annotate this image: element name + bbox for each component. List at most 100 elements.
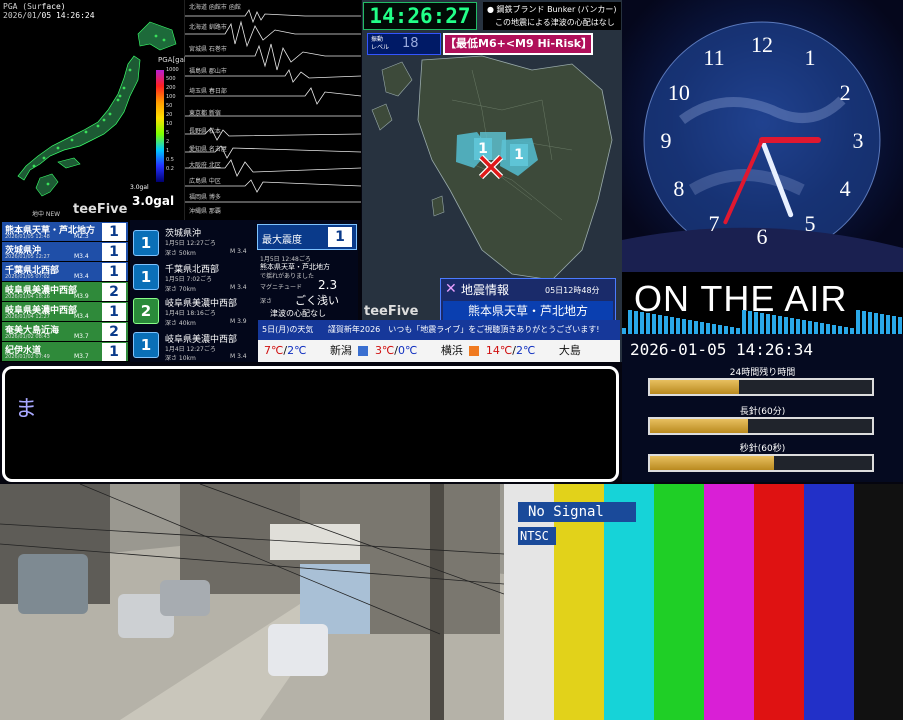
visualizer-bar [694, 321, 698, 334]
waveform-panel: 北海道 函館市 函館 北海道 釧路市 宮城県 石巻市 福島県 郡山市 埼玉県 春… [73, 0, 361, 220]
shindo-box: 1 [133, 332, 159, 358]
on-air-datetime: 2026-01-05 14:26:34 [630, 340, 814, 359]
detail-date: 1月5日 7:02ごろ [165, 276, 213, 283]
visualizer-bar [838, 326, 842, 334]
shindo-mark: 1 [510, 144, 528, 166]
clock-numeral: 4 [840, 176, 851, 201]
color-bar [854, 484, 903, 720]
temp-hi: 3℃ [374, 344, 395, 357]
city: 大島 [558, 344, 581, 357]
detail-date: 1月4日 12:27ごろ [165, 346, 216, 353]
eq-magnitude: M3.7 [74, 333, 89, 340]
bar-fill [650, 380, 739, 394]
pga-mini-label: 地中 NEW [32, 211, 61, 218]
eq-shindo: 1 [102, 303, 126, 321]
station-label: 沖縄県 那覇 [189, 208, 221, 215]
station-label: 福島県 郡山市 [189, 68, 227, 75]
bar-label: 長針(60分) [739, 407, 786, 417]
clock-numeral: 5 [805, 211, 816, 236]
epicenter-x-icon [478, 154, 504, 180]
station-label: 東京都 新宿 [189, 110, 221, 117]
visualizer-bar [796, 319, 800, 334]
progress-bar [648, 417, 874, 435]
visualizer-bar [706, 323, 710, 334]
eq-magnitude: M3.9 [74, 293, 89, 300]
eq-date: 2026/01/04 18:16 [5, 294, 50, 300]
visualizer-bar [700, 322, 704, 334]
eq-list-row: 茨城県沖 2026/01/05 12:27 M3.4 1 [2, 242, 128, 262]
analog-clock: 121234567891011 [622, 21, 903, 272]
station-label: 愛知県 名古屋 [189, 146, 227, 153]
detail-date: 1月4日 18:16ごろ [165, 310, 216, 317]
visualizer-bar [646, 313, 650, 334]
clock-numeral: 11 [703, 45, 724, 70]
visualizer-bar [676, 318, 680, 334]
eq-date: 2026/01/04 12:27 [5, 314, 50, 320]
station-label: 福岡県 博多 [189, 194, 221, 201]
eq-date: 2026/01/05 12:48 [5, 234, 50, 240]
city: 横浜 [440, 344, 463, 357]
pga-color-scale [156, 70, 164, 182]
eq-shindo: 1 [102, 263, 126, 281]
clock-numeral: 10 [668, 80, 690, 105]
ticker-message: 謹賀新年2026 いつも「地震ライブ」をご視聴頂きありがとうございます! [327, 325, 600, 334]
clock-numeral: 12 [751, 32, 773, 57]
visualizer-bar [658, 315, 662, 334]
waveform-brand: teeFive [73, 202, 128, 217]
temp-lo: 2℃ [515, 344, 536, 357]
shindo-box: 1 [133, 264, 159, 290]
visualizer-bar [820, 323, 824, 334]
bar-fill [650, 419, 748, 433]
eq-magnitude: M3.4 [74, 253, 89, 260]
detail-depth: 深さ 50km [165, 250, 196, 257]
pga-scale-ticks: 1000 500 200 100 50 20 10 5 2 1 0.5 0.2 [166, 67, 179, 172]
max-shindo-label: 最大震度 [262, 235, 302, 246]
audio-visualizer [622, 310, 902, 334]
clock-numeral: 9 [661, 128, 672, 153]
clock-numeral: 8 [673, 176, 684, 201]
max-shindo-box: 最大震度 1 [257, 224, 357, 250]
visualizer-bar [724, 326, 728, 334]
visualizer-bar [832, 325, 836, 334]
depth-label: 深さ [260, 298, 273, 305]
color-bar [654, 484, 704, 720]
eq-magnitude: M3.7 [74, 353, 89, 360]
detail-depth: 深さ 40km [165, 320, 196, 327]
visualizer-bar [748, 311, 752, 334]
pga-max-small: 3.0gal [130, 184, 149, 191]
max-shindo-value: 1 [328, 227, 352, 247]
visualizer-bar [712, 324, 716, 334]
ticker-day: 5日(月)の天気 [262, 325, 314, 334]
visualizer-bar [874, 313, 878, 334]
eq-list-row: 熊本県天草・芦北地方 2026/01/05 12:48 M2.3 1 [2, 222, 128, 242]
tsunami-status: 津波の心配なし [270, 309, 326, 318]
station-label: 宮城県 石巻市 [189, 46, 227, 53]
visualizer-bar [784, 317, 788, 334]
temp-hi: 7℃ [264, 344, 284, 357]
visualizer-bar [778, 316, 782, 334]
detail-mag: M 3.4 [230, 248, 247, 255]
weather-icon [358, 346, 369, 356]
visualizer-bar [760, 313, 764, 334]
bunker-line2: この地震による津波の心配はなし [495, 18, 615, 27]
visualizer-bar [634, 311, 638, 334]
color-bar [804, 484, 854, 720]
bar-label: 秒針(60秒) [739, 444, 786, 454]
progress-bar [648, 378, 874, 396]
station-label: 広島県 中区 [189, 178, 221, 185]
pga-scale-title: PGA[gal] [158, 56, 189, 64]
eq-date: 2026/01/05 07:02 [5, 274, 50, 280]
eq-date: 2026/01/02 08:43 [5, 334, 50, 340]
eq-magnitude: M3.4 [74, 313, 89, 320]
detail-mag: M 3.4 [230, 353, 247, 360]
shindo-box: 2 [133, 298, 159, 324]
clock-numeral: 1 [805, 45, 816, 70]
visualizer-bar [844, 327, 848, 334]
eq-list-row: 岐阜県美濃中西部 2026/01/04 18:16 M3.9 2 [2, 282, 128, 302]
station-label: 北海道 釧路市 [189, 24, 227, 31]
street-camera-feed [0, 484, 504, 720]
visualizer-bar [892, 316, 896, 334]
eq-shindo: 1 [102, 223, 126, 241]
magnitude-label: マグニチュード [260, 284, 303, 291]
visualizer-bar [898, 317, 902, 334]
